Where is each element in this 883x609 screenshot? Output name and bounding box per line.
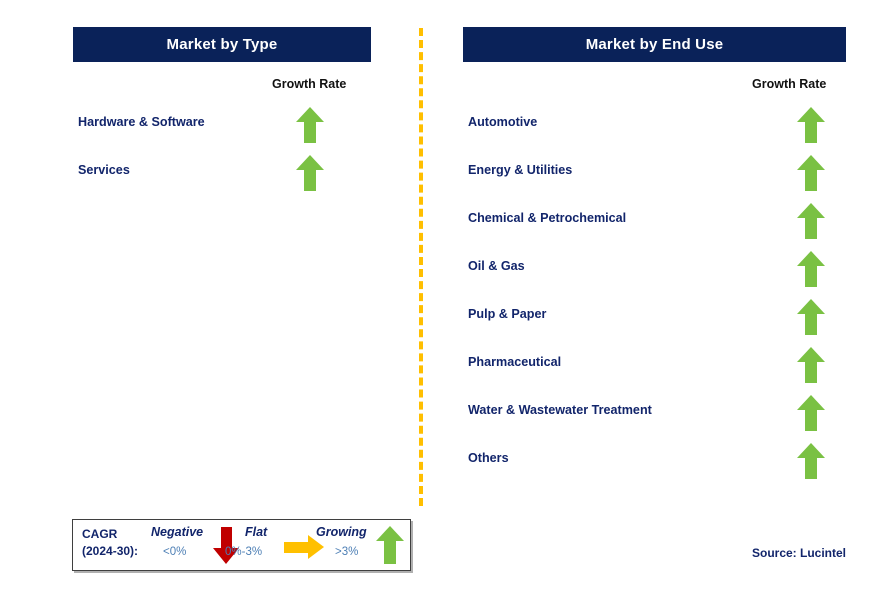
- segment-label: Automotive: [468, 115, 538, 129]
- arrow-shaft: [805, 408, 817, 431]
- arrow-shaft: [805, 216, 817, 239]
- list-item: Pharmaceutical: [468, 345, 848, 393]
- arrow-shaft: [304, 168, 316, 191]
- list-item: Others: [468, 441, 848, 489]
- arrow-shaft: [384, 540, 396, 564]
- segment-list-end-use: Automotive Energy & Utilities Chemical &…: [468, 105, 848, 489]
- list-item: Pulp & Paper: [468, 297, 848, 345]
- segment-label: Chemical & Petrochemical: [468, 211, 627, 225]
- arrow-shaft: [805, 120, 817, 143]
- growth-rate-label-end-use: Growth Rate: [752, 77, 827, 91]
- segment-label: Water & Wastewater Treatment: [468, 403, 652, 417]
- arrow-head: [376, 526, 404, 541]
- source-note: Source: Lucintel: [751, 546, 846, 560]
- arrow-up-icon: [376, 526, 404, 564]
- list-item: Oil & Gas: [468, 249, 848, 297]
- arrow-shaft: [284, 542, 308, 553]
- legend-range-growing: >3%: [335, 546, 359, 558]
- arrow-shaft: [805, 264, 817, 287]
- legend-title-line1: CAGR: [82, 527, 118, 541]
- segment-label: Energy & Utilities: [468, 163, 573, 177]
- list-item: Water & Wastewater Treatment: [468, 393, 848, 441]
- arrow-shaft: [304, 120, 316, 143]
- legend-title: CAGR (2024-30):: [82, 526, 138, 560]
- column-header-market-by-type: Market by Type: [73, 27, 371, 62]
- list-item: Automotive: [468, 105, 848, 153]
- segment-list-type: Hardware & Software Services: [78, 105, 378, 201]
- cagr-legend: CAGR (2024-30): Negative <0% Flat 0%-3% …: [72, 519, 411, 571]
- arrow-shaft: [805, 456, 817, 479]
- segment-label: Others: [468, 451, 509, 465]
- arrow-shaft: [805, 312, 817, 335]
- list-item: Energy & Utilities: [468, 153, 848, 201]
- legend-title-line2: (2024-30):: [82, 544, 139, 558]
- list-item: Services: [78, 153, 378, 201]
- column-title-text: Market by End Use: [585, 36, 724, 53]
- legend-label-flat: Flat: [245, 525, 268, 539]
- column-header-market-by-end-use: Market by End Use: [463, 27, 846, 62]
- legend-label-negative: Negative: [151, 525, 204, 539]
- segment-label: Services: [78, 163, 130, 177]
- legend-range-negative: <0%: [163, 546, 187, 558]
- segment-label: Pharmaceutical: [468, 355, 562, 369]
- growth-rate-label-type: Growth Rate: [272, 77, 347, 91]
- list-item: Chemical & Petrochemical: [468, 201, 848, 249]
- segment-label: Hardware & Software: [78, 115, 205, 129]
- arrow-shaft: [805, 168, 817, 191]
- list-item: Hardware & Software: [78, 105, 378, 153]
- segment-label: Oil & Gas: [468, 259, 525, 273]
- column-divider: [419, 28, 423, 506]
- arrow-shaft: [805, 360, 817, 383]
- legend-range-flat: 0%-3%: [225, 546, 263, 558]
- column-title-text: Market by Type: [166, 36, 278, 53]
- legend-label-growing: Growing: [316, 525, 367, 539]
- segment-label: Pulp & Paper: [468, 307, 547, 321]
